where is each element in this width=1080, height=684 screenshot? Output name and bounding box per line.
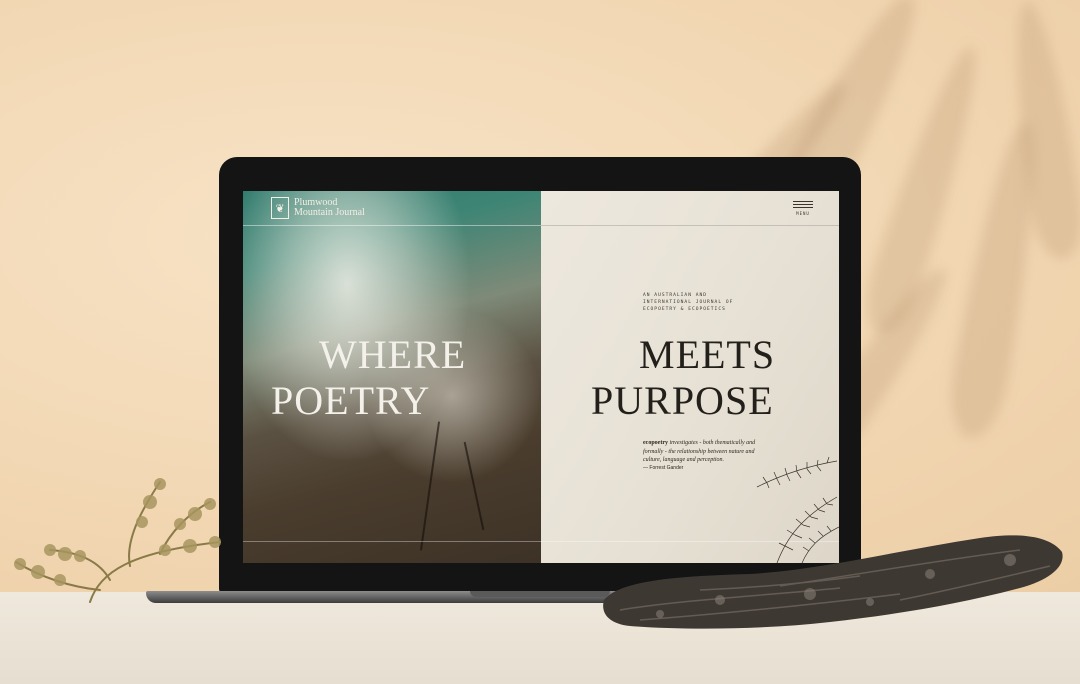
laptop-screen: ❦ Plumwood Mountain Journal MENU WHERE P… bbox=[243, 191, 839, 563]
quote-author: — Forrest Gander bbox=[643, 465, 684, 471]
logo-wordmark: Plumwood Mountain Journal bbox=[294, 198, 365, 218]
menu-button[interactable]: MENU bbox=[793, 201, 813, 216]
leaf-emblem-icon: ❦ bbox=[271, 197, 289, 219]
ocean-rock-photo bbox=[243, 191, 541, 563]
quote-lead: ecopoetry bbox=[643, 440, 668, 446]
laptop-hinge-notch bbox=[470, 591, 610, 597]
logo-line-2: Mountain Journal bbox=[294, 207, 365, 218]
rock-crack bbox=[463, 441, 485, 531]
journal-tagline: AN AUSTRALIAN AND INTERNATIONAL JOURNAL … bbox=[643, 293, 734, 312]
header-divider-right bbox=[541, 225, 839, 226]
hamburger-icon bbox=[793, 201, 813, 208]
headline-poetry: POETRY bbox=[271, 378, 431, 423]
site-logo[interactable]: ❦ Plumwood Mountain Journal bbox=[271, 197, 365, 219]
headline-purpose: PURPOSE bbox=[591, 378, 774, 423]
bark-log bbox=[603, 535, 1063, 629]
rock-crack bbox=[419, 421, 441, 551]
headline-where: WHERE bbox=[319, 332, 467, 377]
menu-label: MENU bbox=[796, 211, 810, 216]
headline-meets: MEETS bbox=[639, 332, 776, 377]
dried-plant-sprig bbox=[14, 478, 221, 603]
